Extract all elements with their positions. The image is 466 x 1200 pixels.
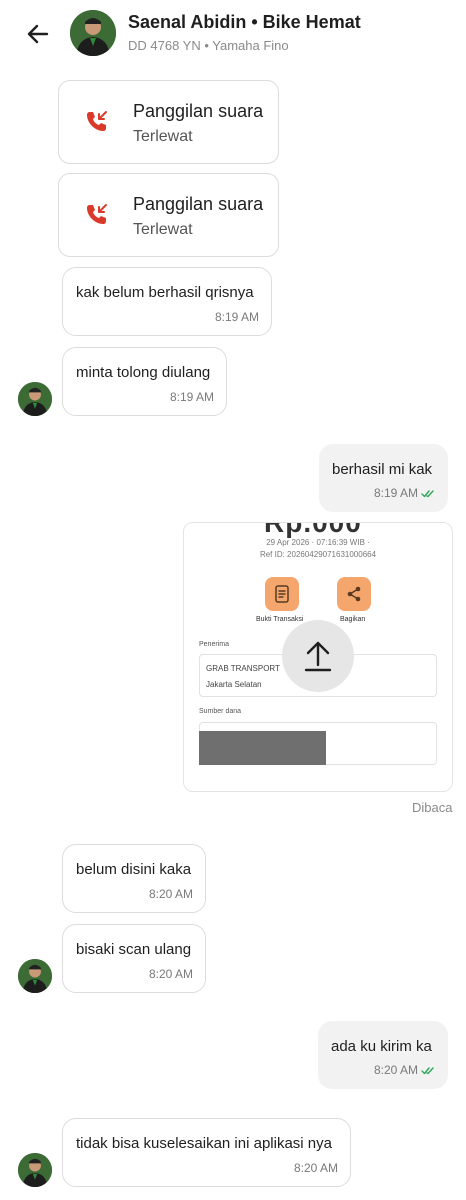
- message-bubble-incoming[interactable]: minta tolong diulang 8:19 AM: [62, 347, 227, 416]
- sender-avatar[interactable]: [18, 382, 52, 416]
- missed-call-icon: [87, 204, 107, 224]
- recipient-label: Penerima: [199, 641, 229, 648]
- read-status: Dibaca: [412, 800, 453, 815]
- upload-arrow-icon: [304, 641, 332, 672]
- call-status: Terlewat: [133, 221, 193, 238]
- message-text: tidak bisa kuselesaikan ini aplikasi nya: [76, 1135, 332, 1152]
- call-title: Panggilan suara: [133, 101, 264, 121]
- message-time: 8:19 AM: [214, 310, 259, 324]
- sender-avatar[interactable]: [18, 1153, 52, 1187]
- contact-avatar[interactable]: [70, 10, 116, 56]
- message-time: 8:20 AM: [148, 887, 193, 901]
- call-title: Panggilan suara: [133, 194, 264, 214]
- receipt-proof-button: [265, 577, 299, 611]
- message-time: 8:19 AM: [373, 486, 418, 500]
- back-button[interactable]: [22, 18, 54, 50]
- upload-button[interactable]: [282, 620, 354, 692]
- receipt-share-label: Bagikan: [340, 616, 366, 623]
- redacted-area: [199, 731, 326, 765]
- call-status: Terlewat: [133, 128, 193, 145]
- message-bubble-incoming[interactable]: tidak bisa kuselesaikan ini aplikasi nya…: [62, 1118, 351, 1187]
- message-text: berhasil mi kak: [332, 461, 433, 478]
- receipt-date: 29 Apr 2026 · 07:16:39 WIB ·: [266, 538, 370, 547]
- missed-call-card[interactable]: Panggilan suara Terlewat: [58, 173, 279, 257]
- receipt-proof-label: Bukti Transaksi: [256, 616, 304, 623]
- source-fund-label: Sumber dana: [199, 708, 242, 715]
- document-icon: [275, 585, 289, 603]
- message-bubble-outgoing[interactable]: berhasil mi kak 8:19 AM: [319, 444, 448, 512]
- message-text: minta tolong diulang: [76, 364, 211, 381]
- message-time: 8:20 AM: [373, 1063, 418, 1077]
- receipt-ref-id: Ref ID: 20260429071631000664: [259, 550, 377, 559]
- read-check-icon: [421, 489, 434, 497]
- message-time: 8:19 AM: [169, 390, 214, 404]
- message-text: ada ku kirim ka: [331, 1038, 432, 1055]
- message-time-row: 8:20 AM: [374, 1063, 435, 1077]
- recipient-name: GRAB TRANSPORT: [206, 664, 280, 673]
- message-time: 8:20 AM: [148, 967, 193, 981]
- message-bubble-incoming[interactable]: belum disini kaka 8:20 AM: [62, 844, 206, 913]
- message-time-row: 8:19 AM: [374, 486, 435, 500]
- message-bubble-outgoing[interactable]: ada ku kirim ka 8:20 AM: [318, 1021, 448, 1089]
- missed-call-icon: [87, 111, 107, 131]
- message-text: belum disini kaka: [76, 861, 192, 878]
- share-icon: [347, 586, 361, 602]
- contact-name: Saenal Abidin • Bike Hemat: [128, 12, 361, 32]
- receipt-share-button: [337, 577, 371, 611]
- message-bubble-incoming[interactable]: bisaki scan ulang 8:20 AM: [62, 924, 206, 993]
- message-time: 8:20 AM: [293, 1161, 338, 1175]
- message-text: bisaki scan ulang: [76, 941, 192, 958]
- missed-call-card[interactable]: Panggilan suara Terlewat: [58, 80, 279, 164]
- message-bubble-incoming[interactable]: kak belum berhasil qrisnya 8:19 AM: [62, 267, 272, 336]
- recipient-location: Jakarta Selatan: [206, 680, 262, 689]
- receipt-amount: Rp.000: [264, 522, 362, 538]
- arrow-left-icon: [27, 24, 49, 44]
- message-text: kak belum berhasil qrisnya: [76, 284, 254, 301]
- read-check-icon: [421, 1066, 434, 1074]
- sender-avatar[interactable]: [18, 959, 52, 993]
- vehicle-info: DD 4768 YN • Yamaha Fino: [128, 38, 289, 53]
